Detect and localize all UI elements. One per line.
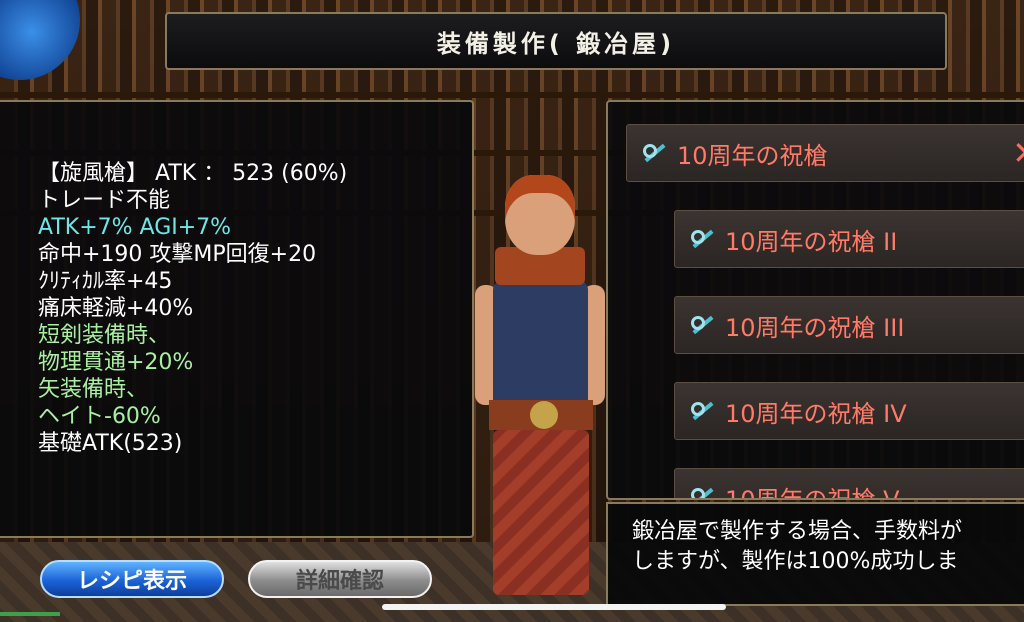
character-buckle <box>530 401 558 429</box>
item-stat-line: ｸﾘﾃｨｶﾙ率+45 <box>38 269 173 294</box>
item-stat-line: 物理貫通+20% <box>38 350 194 375</box>
home-indicator[interactable] <box>382 604 726 610</box>
recipe-item[interactable]: 10周年の祝槍 IV <box>674 382 1024 440</box>
show-recipe-button[interactable]: レシピ表示 <box>40 560 224 598</box>
title-bar: 装備製作( 鍛冶屋) <box>165 12 947 70</box>
recipe-name: 10周年の祝槍 II <box>725 227 898 256</box>
recipe-item[interactable]: 10周年の祝槍 V <box>674 468 1024 500</box>
item-stat-line: トレード不能 <box>38 188 171 213</box>
recipe-name: 10周年の祝槍 <box>677 141 828 170</box>
item-stat-line: ATK+7% AGI+7% <box>38 215 232 240</box>
close-icon[interactable]: ✕ <box>1012 135 1024 171</box>
recipe-name: 10周年の祝槍 V <box>725 485 900 500</box>
recipe-name: 10周年の祝槍 IV <box>725 399 907 428</box>
item-stat-line: 痛床軽減+40% <box>38 296 194 321</box>
character-head <box>505 175 575 255</box>
player-character <box>475 175 605 595</box>
page-title: 装備製作( 鍛冶屋) <box>436 29 676 58</box>
spear-icon <box>689 226 715 252</box>
item-stat-line: 【旋風槍】 ATK ： 523 (60%) <box>38 161 348 186</box>
recipe-item-selected[interactable]: 10周年の祝槍 ✕ <box>626 124 1024 182</box>
spear-icon <box>689 484 715 498</box>
recipe-item[interactable]: 10周年の祝槍 II <box>674 210 1024 268</box>
character-torso <box>493 280 588 410</box>
message-line-1: 鍛冶屋で製作する場合、手数料が <box>632 519 963 544</box>
message-box: 鍛冶屋で製作する場合、手数料が しますが、製作は100%成功しま <box>606 502 1024 606</box>
item-stat-line: 基礎ATK(523) <box>38 431 183 456</box>
item-stat-line: 短剣装備時、 <box>38 323 171 348</box>
shelf-divider <box>0 92 1024 98</box>
character-legs <box>493 430 589 595</box>
recipe-list-panel[interactable]: 10周年の祝槍 ✕ 10周年の祝槍 II 10周年の祝槍 III 10周年の祝槍… <box>606 100 1024 500</box>
item-stat-list: 【旋風槍】 ATK ： 523 (60%) トレード不能 ATK+7% AGI+7%… <box>38 160 347 457</box>
message-line-2: しますが、製作は100%成功しま <box>632 549 959 574</box>
spear-icon <box>689 312 715 338</box>
spear-icon <box>689 398 715 424</box>
detail-check-button[interactable]: 詳細確認 <box>248 560 432 598</box>
spear-icon <box>641 140 667 166</box>
progress-strip <box>0 612 60 616</box>
recipe-item[interactable]: 10周年の祝槍 III <box>674 296 1024 354</box>
recipe-name: 10周年の祝槍 III <box>725 313 905 342</box>
item-stat-line: 矢装備時、 <box>38 377 149 402</box>
item-stat-line: ヘイト-60% <box>38 404 161 429</box>
item-stat-line: 命中+190 攻撃MP回復+20 <box>38 242 317 267</box>
